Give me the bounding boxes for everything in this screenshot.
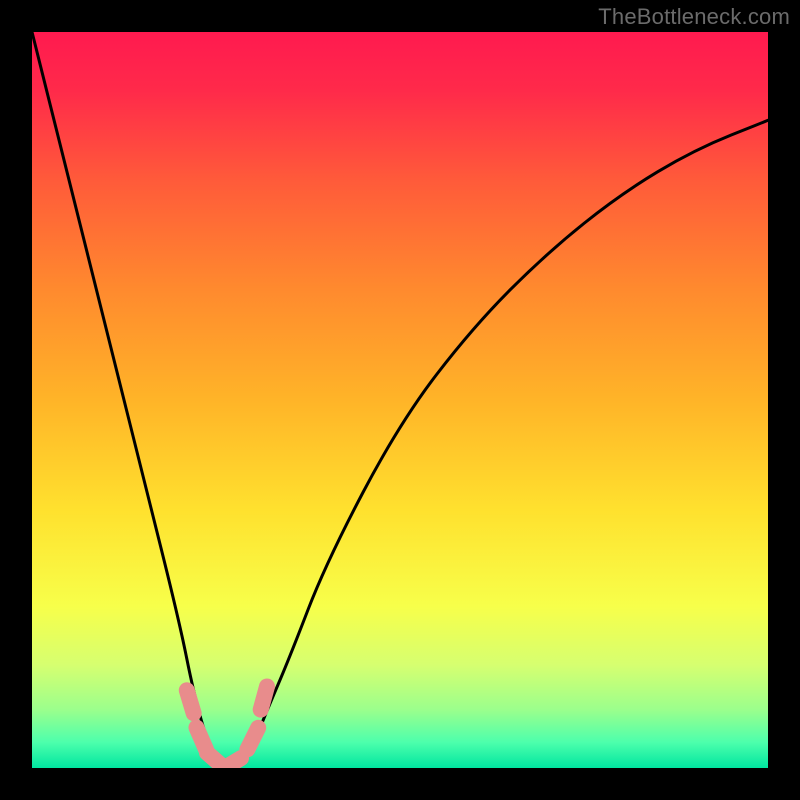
marker (261, 687, 267, 710)
chart-frame: TheBottleneck.com (0, 0, 800, 800)
gradient-background (32, 32, 768, 768)
marker (220, 758, 241, 768)
marker (247, 728, 258, 749)
plot-area (32, 32, 768, 768)
marker (187, 690, 194, 713)
watermark-text: TheBottleneck.com (598, 4, 790, 30)
bottleneck-chart (32, 32, 768, 768)
